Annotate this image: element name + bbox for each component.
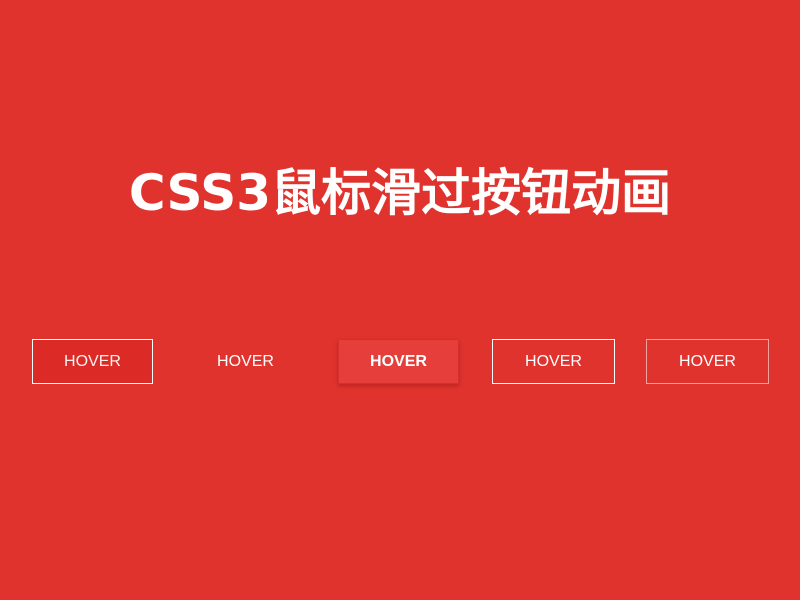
hover-button-4-label: HOVER bbox=[525, 352, 582, 370]
hover-button-2[interactable]: HOVER bbox=[185, 339, 306, 384]
button-row: HOVER HOVER HOVER HOVER HOVER bbox=[0, 339, 800, 385]
hover-button-4[interactable]: HOVER bbox=[492, 339, 615, 384]
hover-button-3[interactable]: HOVER bbox=[338, 339, 459, 384]
page-title: CSS3鼠标滑过按钮动画 bbox=[128, 164, 672, 222]
hover-button-5[interactable]: HOVER bbox=[646, 339, 769, 384]
hover-button-1[interactable]: HOVER bbox=[32, 339, 153, 384]
hover-button-2-label: HOVER bbox=[217, 352, 274, 370]
hover-button-5-label: HOVER bbox=[679, 352, 736, 370]
hover-button-3-label: HOVER bbox=[370, 352, 427, 370]
hover-button-1-label: HOVER bbox=[64, 352, 121, 370]
